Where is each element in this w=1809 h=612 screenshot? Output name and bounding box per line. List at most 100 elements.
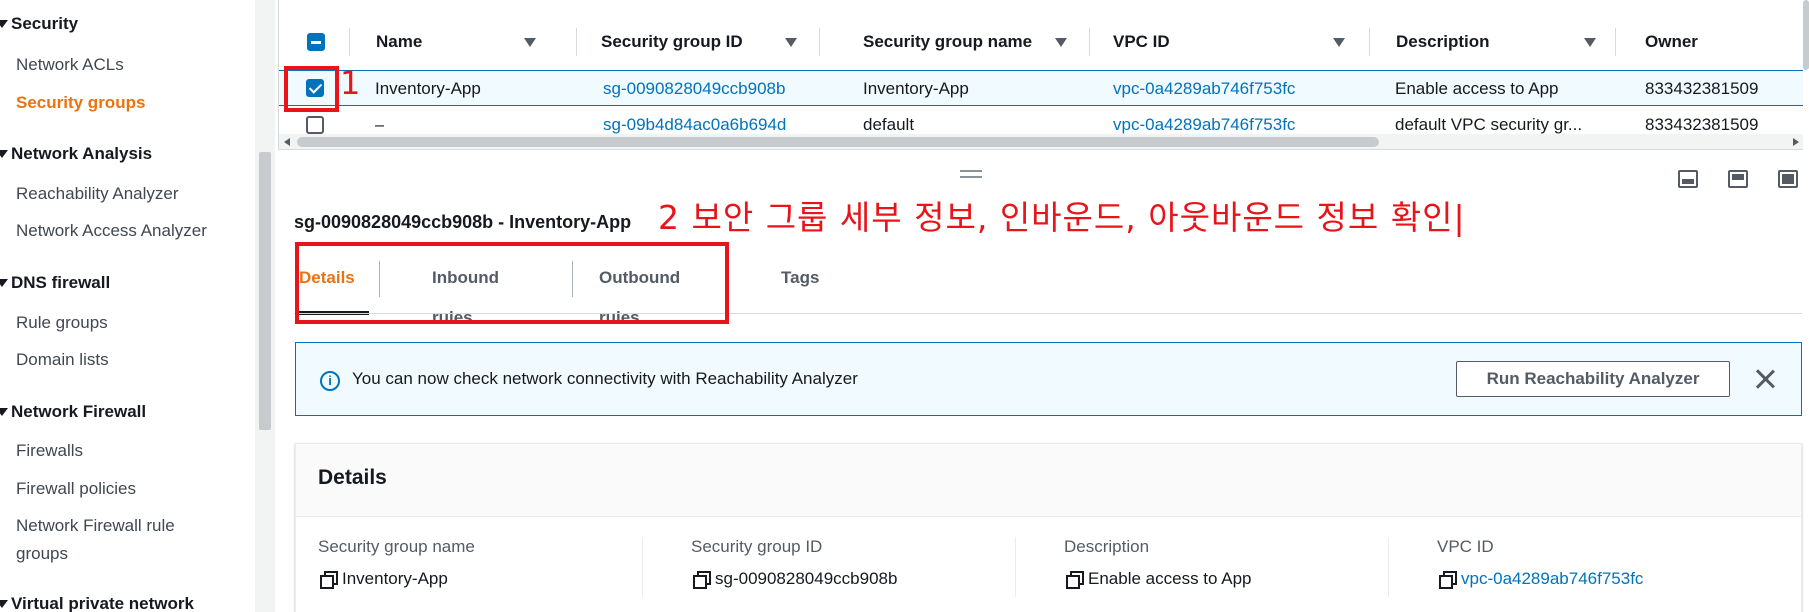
scroll-right-icon[interactable] <box>1793 138 1799 146</box>
banner-message: You can now check network connectivity w… <box>352 369 858 388</box>
column-header-description[interactable]: Description <box>1396 16 1596 68</box>
sidebar-item-firewall-policies[interactable]: Firewall policies <box>16 475 136 503</box>
info-banner: i You can now check network connectivity… <box>295 342 1802 416</box>
sort-down-icon[interactable] <box>524 37 536 47</box>
field-label: Security group ID <box>691 537 823 556</box>
column-divider <box>819 28 820 56</box>
cell-description: Enable access to App <box>1395 79 1559 98</box>
cell-vpc-id-link[interactable]: vpc-0a4289ab746f753fc <box>1113 71 1295 107</box>
field-label: Security group name <box>318 537 475 556</box>
sidebar-section-network-firewall[interactable]: Network Firewall <box>0 402 146 422</box>
column-label: VPC ID <box>1113 32 1170 51</box>
sidebar-item-domain-lists[interactable]: Domain lists <box>16 346 109 374</box>
column-header-vpc-id[interactable]: VPC ID <box>1113 16 1345 68</box>
sidebar-item-network-firewall-rule-groups-cont[interactable]: groups <box>16 540 68 568</box>
run-reachability-analyzer-button[interactable]: Run Reachability Analyzer <box>1456 361 1730 397</box>
column-header-owner[interactable]: Owner <box>1645 16 1795 68</box>
sidebar-section-label: Security <box>11 14 79 33</box>
sidebar-section-security[interactable]: Security <box>0 14 78 34</box>
field-label: Description <box>1064 537 1150 556</box>
layout-bottom-panel-icon[interactable] <box>1678 170 1698 188</box>
caret-down-icon <box>0 150 8 158</box>
scrollbar-thumb[interactable] <box>297 137 1379 147</box>
sidebar-item-rule-groups[interactable]: Rule groups <box>16 309 108 337</box>
field-value: sg-0090828049ccb908b <box>691 569 897 589</box>
table-row[interactable]: Inventory-App sg-0090828049ccb908b Inven… <box>279 70 1803 106</box>
scroll-left-icon[interactable] <box>284 138 290 146</box>
caret-down-icon <box>0 20 8 28</box>
column-header-security-group-id[interactable]: Security group ID <box>601 16 797 68</box>
detail-panel-title: sg-0090828049ccb908b - Inventory-App <box>294 212 632 232</box>
cell-security-group-id-link[interactable]: sg-0090828049ccb908b <box>603 71 785 107</box>
column-header-name[interactable]: Name <box>376 16 536 68</box>
column-divider <box>1089 28 1090 56</box>
field-value-text: Enable access to App <box>1088 569 1252 588</box>
sidebar-item-firewalls[interactable]: Firewalls <box>16 437 83 465</box>
layout-split-panel-icon[interactable] <box>1728 170 1748 188</box>
field-security-group-id: Security group ID sg-0090828049ccb908b <box>691 537 897 589</box>
details-container: Details Security group name Inventory-Ap… <box>295 443 1802 612</box>
field-value: Inventory-App <box>318 569 448 589</box>
column-divider <box>576 28 577 56</box>
tab-tags[interactable]: Tags <box>781 258 819 314</box>
sidebar-section-dns-firewall[interactable]: DNS firewall <box>0 273 110 293</box>
security-groups-table: Name Security group ID Security group na… <box>278 0 1803 150</box>
cell-name: Inventory-App <box>375 79 481 98</box>
column-label: Owner <box>1645 32 1698 51</box>
sort-down-icon[interactable] <box>1584 37 1596 47</box>
scrollbar-thumb[interactable] <box>259 152 271 430</box>
sidebar-scrollbar[interactable] <box>255 0 275 612</box>
sort-down-icon[interactable] <box>1333 37 1345 47</box>
sort-down-icon[interactable] <box>1055 37 1067 47</box>
table-vertical-scrollbar[interactable] <box>1803 0 1809 70</box>
column-divider <box>349 28 350 56</box>
annotation-step-1: 1 <box>340 64 361 102</box>
caret-down-icon <box>0 600 8 608</box>
copy-icon[interactable] <box>1066 571 1084 589</box>
annotation-box-checkbox <box>284 66 339 112</box>
main-content: Name Security group ID Security group na… <box>276 0 1809 612</box>
sidebar-section-label: Network Analysis <box>11 144 153 163</box>
details-header: Details <box>296 444 1801 517</box>
column-header-security-group-name[interactable]: Security group name <box>863 16 1067 68</box>
column-divider <box>1615 28 1616 56</box>
annotation-box-tabs <box>295 242 729 324</box>
select-all-checkbox[interactable] <box>307 33 325 51</box>
info-icon: i <box>320 371 340 391</box>
copy-icon[interactable] <box>1439 571 1457 589</box>
sidebar-item-network-access-analyzer[interactable]: Network Access Analyzer <box>16 217 207 245</box>
row-checkbox[interactable] <box>306 116 324 134</box>
close-icon[interactable] <box>1752 366 1778 392</box>
copy-icon[interactable] <box>693 571 711 589</box>
field-value-text: sg-0090828049ccb908b <box>715 569 898 588</box>
field-description: Description Enable access to App <box>1064 537 1252 589</box>
copy-icon[interactable] <box>320 571 338 589</box>
field-divider <box>642 537 643 597</box>
field-label: VPC ID <box>1437 537 1494 556</box>
sidebar-section-vpn[interactable]: Virtual private network <box>0 594 194 612</box>
details-heading: Details <box>318 466 387 489</box>
split-drag-handle[interactable] <box>960 170 982 178</box>
field-security-group-name: Security group name Inventory-App <box>318 537 475 589</box>
field-divider <box>1388 537 1389 597</box>
sidebar-section-network-analysis[interactable]: Network Analysis <box>0 144 152 164</box>
field-divider <box>1015 537 1016 597</box>
sort-down-icon[interactable] <box>785 37 797 47</box>
sidebar-item-network-firewall-rule-groups[interactable]: Network Firewall rule <box>16 512 175 540</box>
sidebar-item-reachability-analyzer[interactable]: Reachability Analyzer <box>16 180 179 208</box>
column-label: Name <box>376 32 423 51</box>
cell-security-group-name: Inventory-App <box>863 79 969 98</box>
sidebar-item-network-acls[interactable]: Network ACLs <box>16 51 124 79</box>
layout-full-panel-icon[interactable] <box>1778 170 1798 188</box>
table-horizontal-scrollbar[interactable] <box>279 134 1803 149</box>
sidebar-section-label: Network Firewall <box>11 402 147 421</box>
field-value[interactable]: vpc-0a4289ab746f753fc <box>1437 569 1643 589</box>
sidebar-section-label: Virtual private network <box>11 594 194 612</box>
sidebar-item-security-groups[interactable]: Security groups <box>16 89 145 117</box>
annotation-step-2: 2 보안 그룹 세부 정보, 인바운드, 아웃바운드 정보 확인| <box>658 198 1466 237</box>
vpc-id-link[interactable]: vpc-0a4289ab746f753fc <box>1461 569 1643 589</box>
column-divider <box>1369 28 1370 56</box>
sidebar-section-label: DNS firewall <box>11 273 111 292</box>
field-vpc-id: VPC ID vpc-0a4289ab746f753fc <box>1437 537 1643 589</box>
field-value-text: Inventory-App <box>342 569 448 588</box>
